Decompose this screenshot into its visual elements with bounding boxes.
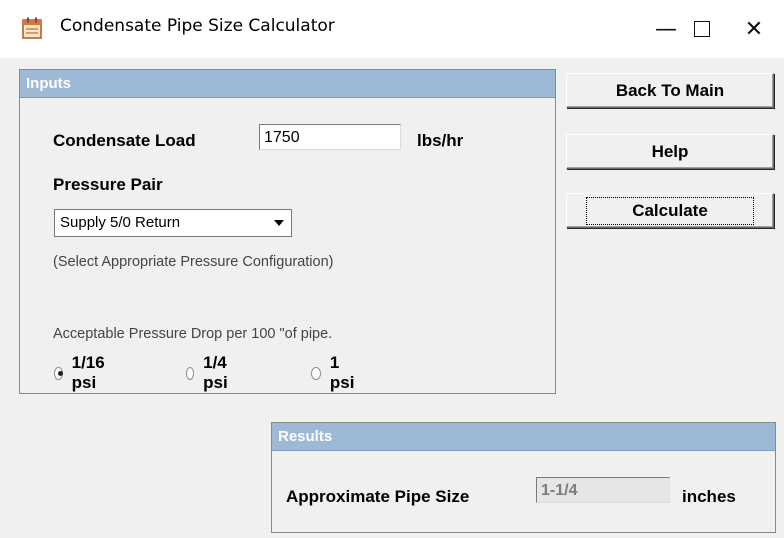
maximize-icon — [694, 21, 710, 37]
calculator-app-icon — [22, 17, 42, 39]
radio-label-1-4-psi: 1/4 psi — [203, 353, 228, 392]
help-label: Help — [651, 141, 689, 161]
radio-option-1-4-psi[interactable]: 1/4 psi — [186, 353, 233, 393]
pressure-pair-label: Pressure Pair — [53, 175, 163, 194]
calculate-label: Calculate — [586, 196, 754, 225]
help-button[interactable]: Help — [566, 134, 774, 169]
dropdown-arrow-icon[interactable] — [268, 211, 290, 235]
inputs-panel-header: Inputs — [20, 70, 555, 98]
back-to-main-button[interactable]: Back To Main — [566, 73, 774, 108]
pipe-size-unit: inches — [682, 487, 736, 506]
pipe-size-label: Approximate Pipe Size — [286, 487, 470, 506]
radio-option-1-16-psi[interactable]: 1/16 psi — [54, 353, 109, 393]
title-bar: Condensate Pipe Size Calculator — ✕ — [0, 0, 784, 58]
pipe-size-output: 1-1/4 — [536, 477, 670, 503]
pressure-drop-label: Acceptable Pressure Drop per 100 "of pip… — [53, 326, 333, 342]
window-title: Condensate Pipe Size Calculator — [60, 16, 335, 36]
inputs-panel: Inputs Condensate Load 1750 lbs/hr Press… — [19, 69, 556, 394]
close-button[interactable]: ✕ — [724, 8, 784, 50]
close-icon: ✕ — [744, 16, 764, 42]
radio-button-checked-icon[interactable] — [54, 366, 63, 380]
condensate-load-label: Condensate Load — [53, 131, 196, 150]
results-panel: Results Approximate Pipe Size 1-1/4 inch… — [271, 422, 776, 533]
radio-button-icon[interactable] — [311, 366, 321, 380]
pressure-pair-select[interactable]: Supply 5/0 Return — [54, 209, 292, 237]
results-panel-header: Results — [272, 423, 775, 451]
condensate-load-input[interactable]: 1750 — [259, 124, 401, 150]
radio-option-1-psi[interactable]: 1 psi — [311, 353, 358, 393]
calculate-button[interactable]: Calculate — [566, 193, 774, 228]
condensate-load-unit: lbs/hr — [417, 131, 464, 150]
pressure-pair-selected-value: Supply 5/0 Return — [60, 214, 181, 231]
back-to-main-label: Back To Main — [615, 80, 725, 100]
radio-label-1-16-psi: 1/16 psi — [71, 353, 105, 392]
radio-label-1-psi: 1 psi — [329, 353, 355, 392]
radio-button-icon[interactable] — [186, 366, 195, 380]
pressure-pair-hint: (Select Appropriate Pressure Configurati… — [53, 254, 334, 270]
